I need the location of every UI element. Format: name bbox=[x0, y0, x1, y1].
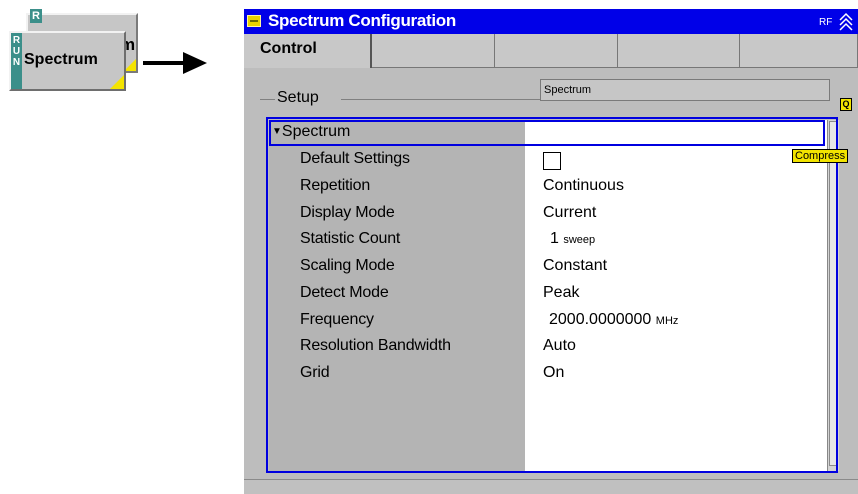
tab-bar: Control bbox=[244, 34, 858, 68]
setup-label: Setup bbox=[277, 89, 319, 106]
window-bottom-strip bbox=[244, 479, 858, 494]
spectrum-softkey-label: Spectrum bbox=[24, 51, 98, 68]
rf-indicator: RF bbox=[819, 17, 833, 28]
param-value-frequency[interactable]: 2000.0000000 MHz bbox=[549, 311, 678, 329]
tab-control[interactable]: Control bbox=[244, 34, 372, 68]
softkey-corner-marker bbox=[110, 75, 124, 89]
param-label-scaling-mode: Scaling Mode bbox=[300, 257, 395, 274]
softkey-r-indicator: R bbox=[30, 9, 42, 23]
param-value-display-mode[interactable]: Current bbox=[543, 204, 596, 222]
arrow-right-icon bbox=[143, 52, 207, 74]
spectrum-softkey[interactable]: R U N Spectrum bbox=[9, 31, 126, 91]
window-menu-icon[interactable] bbox=[247, 15, 261, 27]
selected-row-highlight[interactable] bbox=[269, 120, 825, 146]
collapse-up-icon[interactable] bbox=[838, 12, 854, 32]
param-label-default-settings: Default Settings bbox=[300, 150, 410, 167]
param-value-scaling-mode[interactable]: Constant bbox=[543, 257, 607, 275]
tab-control-label: Control bbox=[260, 40, 317, 57]
tab-empty-2[interactable] bbox=[372, 34, 495, 68]
spectrum-configuration-window: Spectrum Configuration RF Control Setup … bbox=[244, 9, 858, 494]
tab-empty-5[interactable] bbox=[740, 34, 858, 68]
run-indicator: R U N bbox=[11, 33, 22, 89]
window-title-bar: Spectrum Configuration RF bbox=[244, 9, 858, 34]
param-label-statistic-count: Statistic Count bbox=[300, 230, 401, 247]
window-title: Spectrum Configuration bbox=[268, 11, 456, 30]
param-label-repetition: Repetition bbox=[300, 177, 371, 194]
param-value-grid[interactable]: On bbox=[543, 364, 564, 382]
param-value-repetition[interactable]: Continuous bbox=[543, 177, 624, 195]
param-value-resolution-bandwidth[interactable]: Auto bbox=[543, 337, 576, 355]
tab-empty-4[interactable] bbox=[618, 34, 740, 68]
param-label-display-mode: Display Mode bbox=[300, 204, 395, 221]
param-label-grid: Grid bbox=[300, 364, 330, 381]
setup-value-field[interactable]: Spectrum bbox=[540, 79, 830, 101]
setup-group-line-right bbox=[341, 99, 540, 100]
unit-label: sweep bbox=[563, 234, 596, 246]
param-value-detect-mode[interactable]: Peak bbox=[543, 284, 579, 302]
tree-node-spectrum[interactable]: ▼Spectrum bbox=[272, 123, 350, 141]
param-value-statistic-count[interactable]: 1 sweep bbox=[550, 230, 595, 248]
compress-badge[interactable]: Compress bbox=[792, 149, 849, 163]
q-badge[interactable]: Q bbox=[840, 98, 852, 111]
tab-empty-3[interactable] bbox=[495, 34, 618, 68]
param-label-frequency: Frequency bbox=[300, 311, 374, 328]
unit-label: MHz bbox=[655, 315, 679, 327]
expand-down-icon[interactable]: ▼ bbox=[272, 126, 282, 137]
default-settings-checkbox[interactable] bbox=[543, 152, 561, 170]
param-label-detect-mode: Detect Mode bbox=[300, 284, 389, 301]
setup-group-line-left bbox=[260, 99, 275, 100]
param-label-resolution-bandwidth: Resolution Bandwidth bbox=[300, 337, 451, 354]
